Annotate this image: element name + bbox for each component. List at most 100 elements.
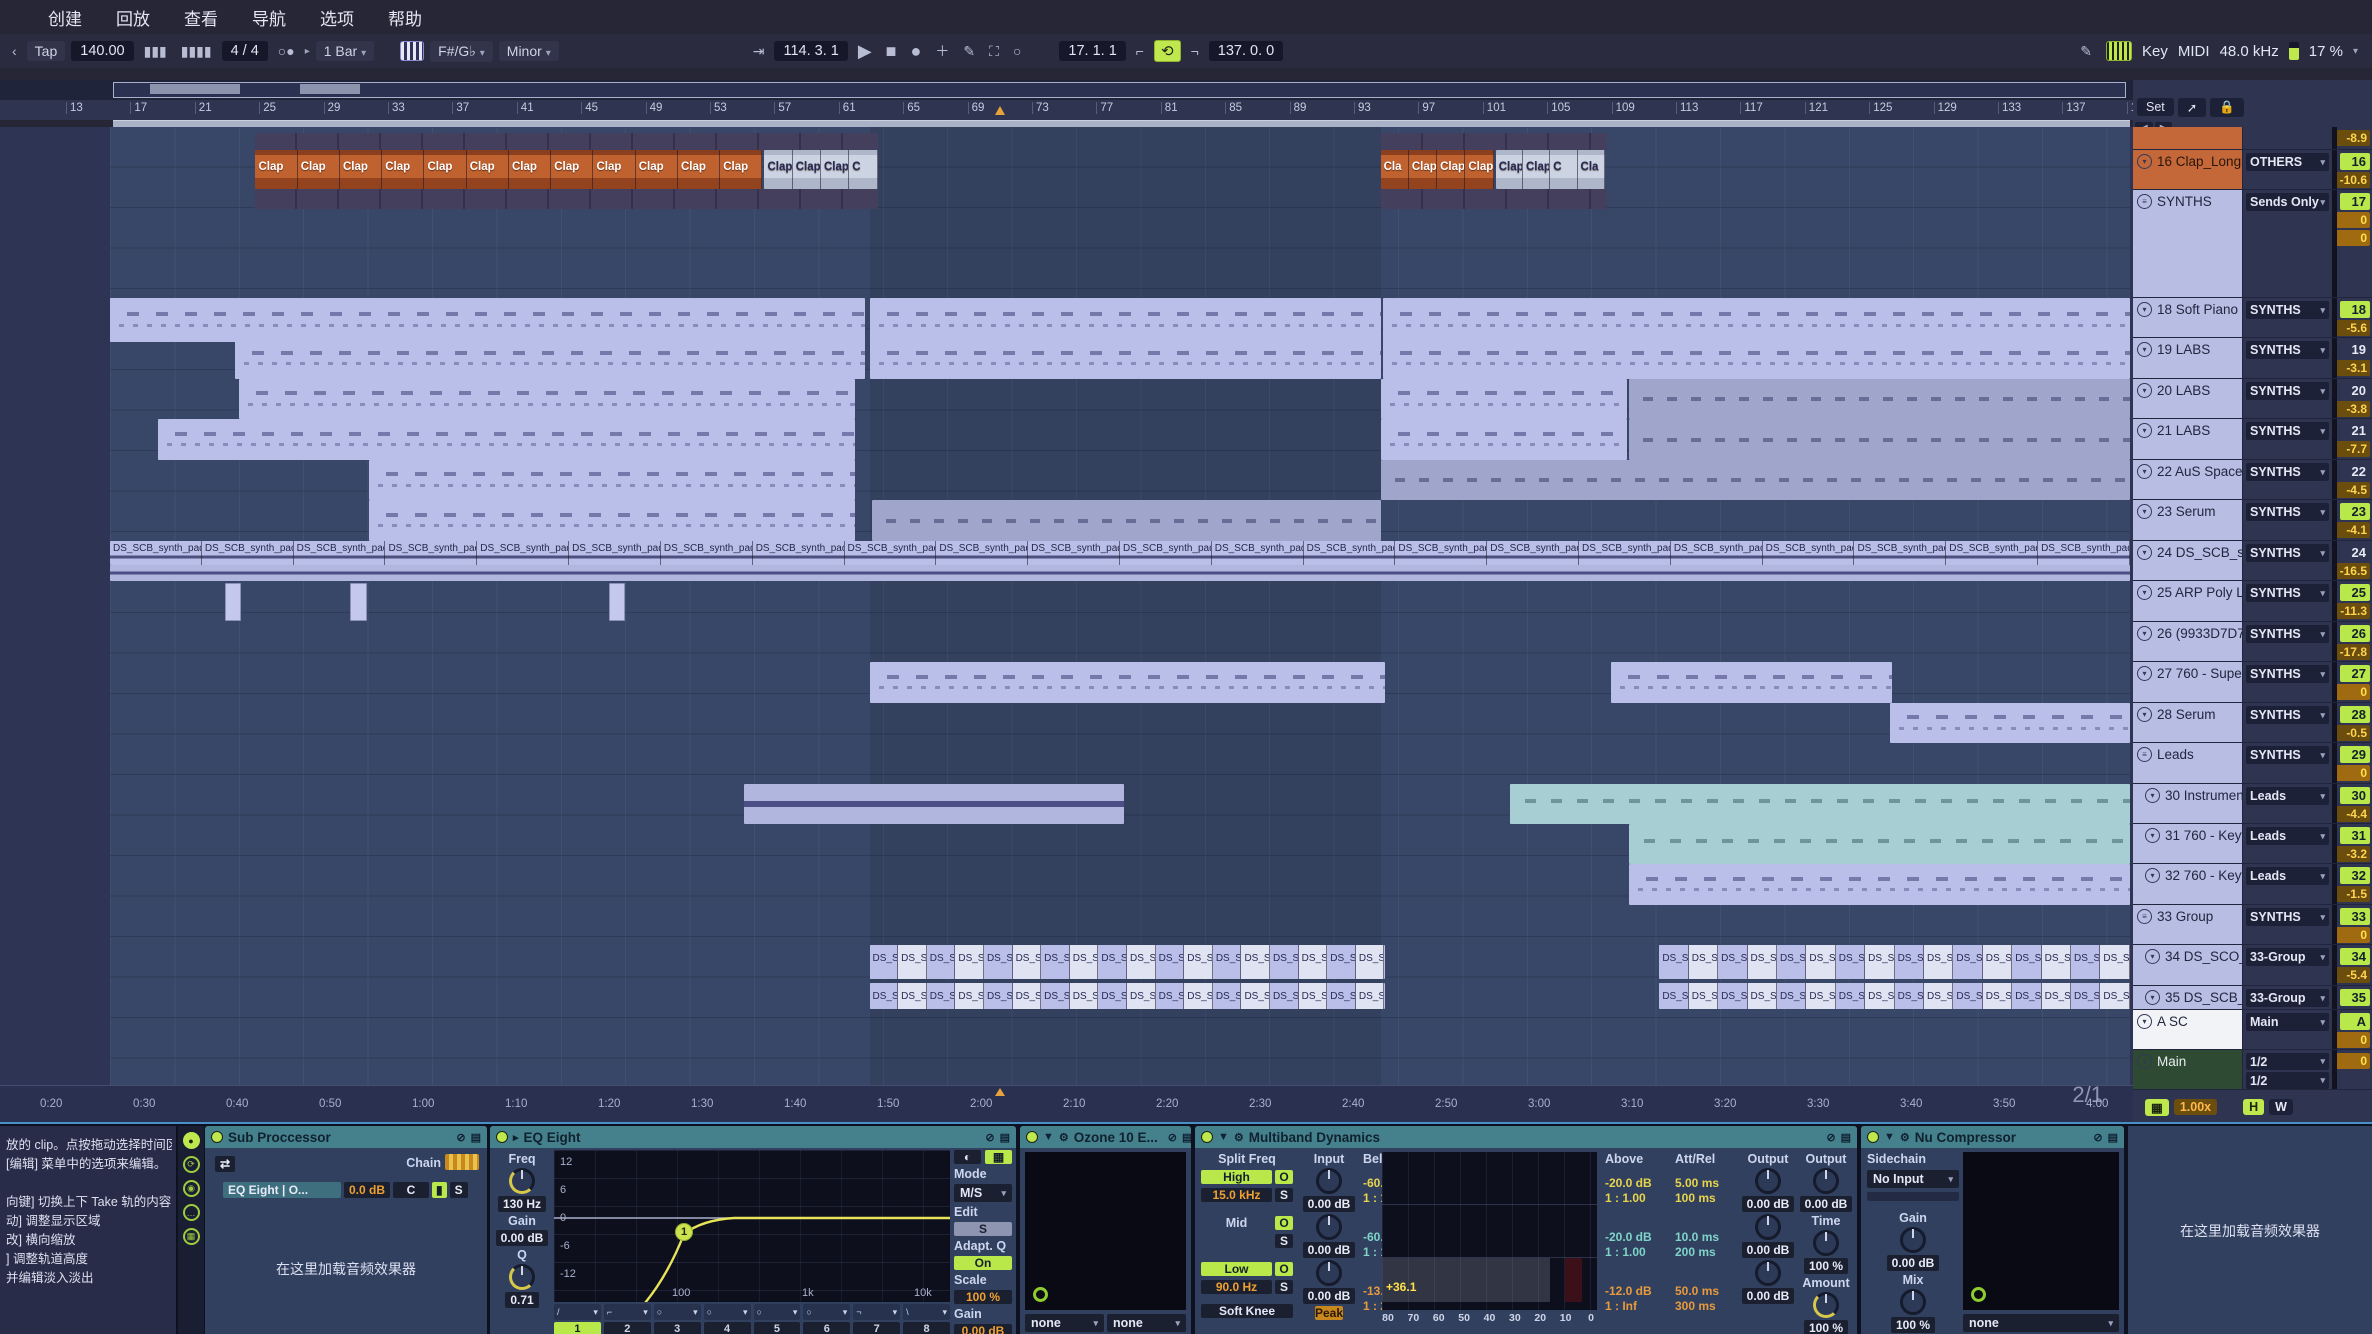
track-fold-icon[interactable]: ▾ — [2137, 154, 2152, 169]
high-solo-button[interactable]: O — [1275, 1170, 1293, 1184]
wrench-icon[interactable]: ⚙ — [1059, 1131, 1069, 1144]
track-volume-field[interactable]: 0 — [2336, 1032, 2370, 1048]
band-output-value[interactable]: 0.00 dB — [1742, 1242, 1795, 1258]
output-routing-dropdown[interactable]: SYNTHS▾ — [2246, 665, 2329, 683]
freeze-icon[interactable]: ⊘ — [985, 1131, 994, 1144]
output-routing-dropdown[interactable]: SYNTHS▾ — [2246, 706, 2329, 724]
save-preset-icon[interactable]: ▤ — [2108, 1131, 2118, 1144]
re-enable-automation-icon[interactable]: ⛶ — [985, 43, 1003, 60]
plugin-placeholder[interactable] — [1963, 1152, 2119, 1310]
track-volume-field[interactable]: -1.5 — [2336, 886, 2370, 902]
clip[interactable] — [255, 189, 877, 209]
output-routing-dropdown[interactable]: SYNTHS▾ — [2246, 341, 2329, 359]
midi-map-button[interactable]: MIDI — [2178, 43, 2210, 60]
track-fold-icon[interactable]: ▾ — [2137, 464, 2152, 479]
save-preset-icon[interactable]: ▤ — [471, 1131, 481, 1144]
high-s-button[interactable]: S — [1275, 1188, 1293, 1202]
chain-pan-field[interactable]: C — [393, 1182, 429, 1198]
beat-time-ruler[interactable]: 1317212529333741454953576165697377818589… — [0, 100, 2133, 120]
unfold-icon[interactable]: ▼ — [1043, 1131, 1054, 1143]
low-freq-field[interactable]: 90.0 Hz — [1201, 1280, 1272, 1294]
clip[interactable] — [609, 583, 625, 621]
eq-band-button[interactable]: 7 — [853, 1322, 900, 1334]
chain-gain-field[interactable]: 0.0 dB — [344, 1182, 390, 1198]
device-title-bar[interactable]: ▼ ⚙ Nu Compressor ⊘ ▤ — [1861, 1126, 2124, 1148]
time-signature-field[interactable]: 4 / 4 — [222, 41, 268, 61]
clip[interactable] — [744, 784, 1124, 824]
gain-value[interactable]: 0.00 dB — [496, 1230, 549, 1246]
wrench-icon[interactable]: ⚙ — [1234, 1131, 1244, 1144]
set-locator-button[interactable]: Set — [2137, 98, 2174, 116]
track-activator-button[interactable]: 32 — [2340, 867, 2370, 884]
clip[interactable]: DS_SCBDS_SCBDS_SCBDS_SCBDS_SCBDS_SCBDS_S… — [870, 983, 1385, 1009]
track-fold-icon[interactable]: ▾ — [2145, 828, 2160, 843]
track-fold-icon[interactable]: ▾ — [2137, 383, 2152, 398]
mid-s-button[interactable]: S — [1275, 1234, 1293, 1248]
follow-arrow-icon[interactable]: ➚ — [2178, 98, 2206, 117]
track-fold-icon[interactable]: ▾ — [2145, 788, 2160, 803]
device-title-bar[interactable]: Sub Proccessor ⊘ ▤ — [205, 1126, 487, 1148]
arrangement-position-field[interactable]: 114. 3. 1 — [774, 41, 847, 61]
scale-value[interactable]: 100 % — [954, 1290, 1012, 1304]
capture-midi-icon[interactable]: ○ — [1009, 43, 1025, 59]
device-on-icon[interactable] — [1201, 1131, 1213, 1143]
track-activator-button[interactable]: 16 — [2340, 153, 2370, 170]
sidechain-input-dropdown[interactable]: No Input▾ — [1867, 1170, 1959, 1188]
clip[interactable] — [225, 583, 241, 621]
attack-field[interactable]: 5.00 ms — [1675, 1176, 1735, 1191]
overdub-icon[interactable]: ＋ — [931, 41, 953, 61]
track-activator-button[interactable]: 34 — [2340, 948, 2370, 965]
track-activator-button[interactable]: A — [2340, 1013, 2370, 1030]
track-volume-field[interactable]: -11.3 — [2336, 603, 2370, 619]
loop-length-field[interactable]: 137. 0. 0 — [1209, 41, 1283, 61]
param-slot-1[interactable]: none▾ — [1025, 1314, 1104, 1332]
clip[interactable] — [369, 500, 856, 541]
clip[interactable] — [1629, 824, 2130, 864]
track-fold-icon[interactable]: ▾ — [2137, 423, 2152, 438]
track-activator-button[interactable]: 17 — [2340, 193, 2370, 210]
band-output-knob[interactable] — [1755, 1214, 1781, 1240]
device-drop-zone[interactable]: 在这里加载音频效果器 — [2128, 1126, 2372, 1334]
freeze-icon[interactable]: ⊘ — [2093, 1131, 2102, 1144]
track-volume-field[interactable]: -4.5 — [2336, 482, 2370, 498]
clip[interactable] — [1629, 419, 2130, 460]
track-fold-icon[interactable]: ▾ — [2137, 504, 2152, 519]
track-name[interactable]: ≡33 Group — [2133, 905, 2243, 944]
chain-item[interactable]: EQ Eight | O... — [223, 1182, 341, 1198]
clip[interactable]: DS_SCDS_SCDS_SCDS_SCDS_SCDS_SCDS_SCDS_SC… — [1659, 945, 2130, 979]
track-volume-field[interactable]: -16.5 — [2336, 563, 2370, 579]
amount-knob[interactable] — [1813, 1292, 1839, 1318]
output-routing-dropdown[interactable]: SYNTHS▾ — [2246, 301, 2329, 319]
high-freq-field[interactable]: 15.0 kHz — [1201, 1188, 1272, 1202]
clip[interactable] — [1510, 784, 2130, 824]
above-threshold-field[interactable]: -12.0 dB — [1605, 1284, 1671, 1299]
fit-width-button[interactable]: W — [2269, 1099, 2293, 1115]
release-field[interactable]: 300 ms — [1675, 1299, 1735, 1314]
output-routing-dropdown[interactable]: OTHERS▾ — [2246, 153, 2329, 171]
eq-band-button[interactable]: 5 — [754, 1322, 801, 1334]
eq-band-button[interactable]: 4 — [704, 1322, 751, 1334]
eq-band-button[interactable]: 8 — [903, 1322, 950, 1334]
clip[interactable] — [235, 338, 865, 379]
input-gain-knob[interactable] — [1316, 1168, 1342, 1194]
clip[interactable] — [110, 298, 865, 342]
tempo-field[interactable]: 140.00 — [71, 41, 133, 61]
above-ratio-field[interactable]: 1 : 1.00 — [1605, 1245, 1671, 1260]
nudge-down-icon[interactable]: ▮▮▮ — [140, 43, 171, 60]
scale-mode-icon[interactable] — [400, 41, 424, 61]
tap-tempo-button[interactable]: Tap — [27, 41, 66, 61]
clip[interactable] — [239, 379, 855, 419]
clip[interactable]: ClapClapClapC — [764, 150, 877, 189]
punch-out-icon[interactable]: ¬ — [1187, 43, 1203, 59]
track-name[interactable]: ▾32 760 - Keyt — [2133, 864, 2243, 904]
track-activator-button[interactable]: 26 — [2340, 625, 2370, 642]
menu-item-导航[interactable]: 导航 — [252, 5, 286, 30]
track-fold-icon[interactable]: ▾ — [2137, 707, 2152, 722]
track-activator-button[interactable]: 28 — [2340, 706, 2370, 723]
hotswap-icon[interactable]: ⟳ — [183, 1156, 200, 1173]
clip[interactable] — [870, 338, 1381, 379]
clip[interactable] — [110, 565, 2130, 581]
fit-height-button[interactable]: H — [2243, 1099, 2264, 1115]
menu-item-选项[interactable]: 选项 — [320, 5, 354, 30]
band-output-knob[interactable] — [1755, 1168, 1781, 1194]
